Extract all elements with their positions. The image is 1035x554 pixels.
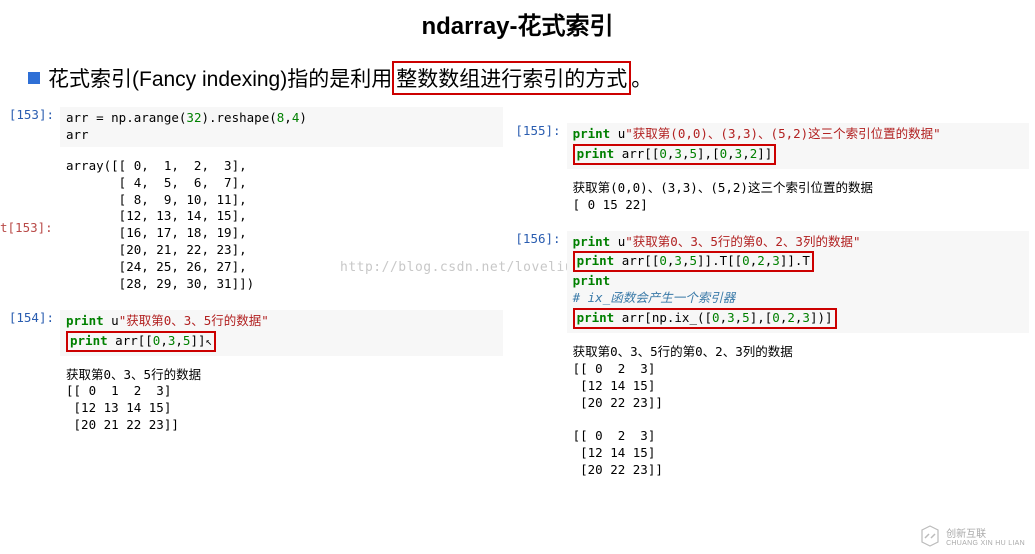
- brand-sub: CHUANG XIN HU LIAN: [946, 540, 1025, 547]
- bullet-description: 花式索引(Fancy indexing)指的是利用 整数数组进行索引的方式 。: [0, 53, 1035, 107]
- in-prompt: [155]:: [513, 123, 567, 169]
- code-input: print u"获取第0、3、5行的第0、2、3列的数据" print arr[…: [567, 231, 1029, 333]
- brand-name: 创新互联: [946, 525, 1025, 540]
- highlighted-code: print arr[[0,3,5]].T[[0,2,3]].T: [573, 251, 814, 272]
- code-input: arr = np.arange(32).reshape(8,4) arr: [60, 107, 503, 147]
- output-text: 获取第0、3、5行的数据 [[ 0 1 2 3] [12 13 14 15] […: [60, 364, 503, 438]
- highlighted-code: print arr[[0,3,5],[0,3,2]]: [573, 144, 777, 165]
- cell-153-in: [153]: arr = np.arange(32).reshape(8,4) …: [6, 107, 503, 147]
- output-text: 获取第(0,0)、(3,3)、(5,2)这三个索引位置的数据 [ 0 15 22…: [567, 177, 1029, 217]
- in-prompt: [156]:: [513, 231, 567, 333]
- cell-156-in: [156]: print u"获取第0、3、5行的第0、2、3列的数据" pri…: [513, 231, 1029, 333]
- cell-153-out: x array([[ 0, 1, 2, 3], [ 4, 5, 6, 7], […: [6, 155, 503, 296]
- bullet-highlight: 整数数组进行索引的方式: [392, 61, 631, 95]
- brand-icon: [918, 524, 942, 548]
- page-title: ndarray-花式索引: [0, 0, 1035, 53]
- cell-156-out: x 获取第0、3、5行的第0、2、3列的数据 [[ 0 2 3] [12 14 …: [513, 341, 1029, 482]
- code-input: print u"获取第(0,0)、(3,3)、(5,2)这三个索引位置的数据" …: [567, 123, 1029, 169]
- code-input: print u"获取第0、3、5行的数据" print arr[[0,3,5]]…: [60, 310, 503, 356]
- highlighted-code: print arr[[0,3,5]]↖: [66, 331, 216, 352]
- cell-155-in: [155]: print u"获取第(0,0)、(3,3)、(5,2)这三个索引…: [513, 123, 1029, 169]
- bullet-text-suffix: 。: [631, 63, 652, 93]
- bullet-text-prefix: 花式索引(Fancy indexing)指的是利用: [48, 63, 392, 93]
- bullet-icon: [28, 72, 40, 84]
- in-prompt: [153]:: [6, 107, 60, 147]
- in-prompt: [154]:: [6, 310, 60, 356]
- output-text: 获取第0、3、5行的第0、2、3列的数据 [[ 0 2 3] [12 14 15…: [567, 341, 1029, 482]
- footer-brand-logo: 创新互联 CHUANG XIN HU LIAN: [918, 524, 1025, 548]
- cell-154-out: x 获取第0、3、5行的数据 [[ 0 1 2 3] [12 13 14 15]…: [6, 364, 503, 438]
- cursor-icon: ↖: [206, 335, 213, 350]
- cell-155-out: x 获取第(0,0)、(3,3)、(5,2)这三个索引位置的数据 [ 0 15 …: [513, 177, 1029, 217]
- highlighted-code: print arr[np.ix_([0,3,5],[0,2,3])]: [573, 308, 837, 329]
- output-text: array([[ 0, 1, 2, 3], [ 4, 5, 6, 7], [ 8…: [60, 155, 503, 296]
- cell-154-in: [154]: print u"获取第0、3、5行的数据" print arr[[…: [6, 310, 503, 356]
